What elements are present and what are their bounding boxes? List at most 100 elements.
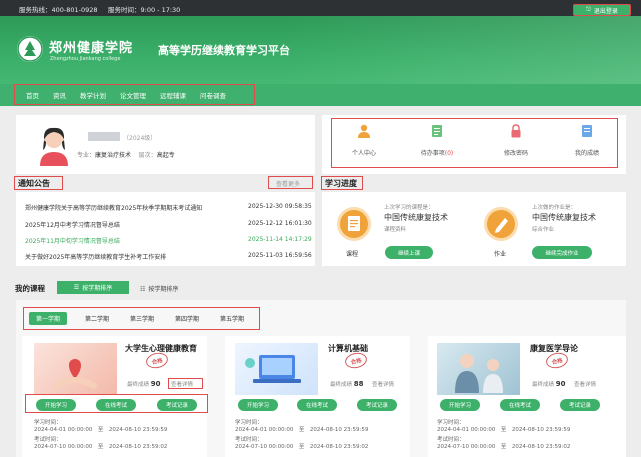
course-thumbnail bbox=[34, 343, 117, 395]
nav-item-remote-tutoring[interactable]: 远程辅课 bbox=[160, 90, 186, 100]
exam-records-button[interactable]: 考试记录 bbox=[157, 399, 197, 411]
sort-label: 按学期排序 bbox=[148, 286, 179, 293]
course-thumbnail bbox=[235, 343, 318, 395]
sort-label: 按学期排序 bbox=[82, 285, 113, 292]
school-name: 郑州健康学院 bbox=[49, 41, 134, 56]
nav-item-home[interactable]: 首页 bbox=[26, 90, 39, 100]
homework-circle-label: 作业 bbox=[494, 251, 507, 258]
score-value: 88 bbox=[353, 380, 364, 388]
online-exam-button[interactable]: 在线考试 bbox=[500, 399, 540, 411]
progress-title: 学习进度 bbox=[325, 179, 357, 188]
student-info: 专业：康复治疗技术 层次：高起专 bbox=[77, 150, 175, 159]
online-exam-button[interactable]: 在线考试 bbox=[96, 399, 136, 411]
notice-date: 2025-12-30 09:58:35 bbox=[248, 203, 312, 210]
course-circle-label: 课程 bbox=[346, 251, 359, 258]
last-course-sub: 课程资料 bbox=[384, 227, 407, 233]
main-nav: 首页 资讯 教学计划 论文管理 远程辅课 问卷调查 bbox=[14, 84, 255, 105]
avatar bbox=[37, 124, 71, 166]
course-thumbnail bbox=[437, 343, 520, 395]
todo-count-badge: (0) bbox=[444, 150, 454, 157]
tab-term-4[interactable]: 第四学期 bbox=[168, 312, 206, 325]
notice-title: 通知公告 bbox=[18, 179, 50, 188]
major-value: 康复治疗技术 bbox=[95, 152, 132, 159]
review-link[interactable]: 查看详情 bbox=[574, 380, 596, 388]
course-progress-circle bbox=[337, 207, 371, 241]
score-label: 最终成绩 bbox=[532, 382, 555, 388]
my-courses-title: 我的课程 bbox=[15, 284, 45, 293]
quick-link-change-password[interactable]: 修改密码 bbox=[491, 124, 541, 157]
logout-label: 退出登录 bbox=[593, 7, 618, 15]
quick-link-personal-center[interactable]: 个人中心 bbox=[339, 124, 389, 157]
student-name-redacted bbox=[88, 132, 120, 141]
todo-list-icon bbox=[430, 124, 444, 138]
pencil-icon bbox=[495, 218, 508, 233]
last-course-name: 中国传统康复技术 bbox=[384, 213, 448, 222]
review-link[interactable]: 查看详情 bbox=[171, 380, 193, 388]
notice-more-link[interactable]: 查看更多 bbox=[276, 179, 300, 188]
quick-link-label: 我的成绩 bbox=[574, 150, 599, 157]
quick-link-my-grades[interactable]: 我的成绩 bbox=[562, 124, 612, 157]
exam-records-button[interactable]: 考试记录 bbox=[560, 399, 600, 411]
top-info-bar: 服务热线：400-801-0928 服务时间：9:00 - 17:30 bbox=[0, 0, 641, 16]
nav-item-news[interactable]: 资讯 bbox=[53, 90, 66, 100]
last-homework-sub: 综合作业 bbox=[532, 227, 555, 233]
platform-title: 高等学历继续教育学习平台 bbox=[158, 44, 290, 57]
sort-icon: ☷ bbox=[140, 286, 146, 293]
continue-homework-button[interactable]: 继续完成作业 bbox=[532, 246, 592, 259]
nav-item-thesis[interactable]: 论文管理 bbox=[120, 90, 146, 100]
sort-by-type-button[interactable]: ☷ 按学期排序 bbox=[140, 284, 178, 293]
notice-date: 2025-12-12 16:01:30 bbox=[248, 220, 312, 227]
level-value: 高起专 bbox=[156, 152, 175, 159]
grade-report-icon bbox=[580, 124, 594, 138]
sort-by-term-button[interactable]: ☰ 按学期排序 bbox=[57, 281, 129, 294]
exam-records-button[interactable]: 考试记录 bbox=[357, 399, 397, 411]
notice-item[interactable]: 关于做好2025年高等学历继续教育学生补考工作安排 bbox=[25, 252, 166, 261]
notice-item[interactable]: 郑州健康学院关于高等学历继续教育2025年秋季学期期末考试通知 bbox=[25, 203, 202, 212]
exam-time-value: 2024-07-10 00:00:00 至 2024-08-10 23:59:0… bbox=[34, 444, 168, 450]
online-exam-button[interactable]: 在线考试 bbox=[297, 399, 337, 411]
notice-item[interactable]: 2025年12月中考学习情况督导总结 bbox=[25, 220, 120, 229]
review-link[interactable]: 查看详情 bbox=[372, 380, 394, 388]
study-time-value: 2024-04-01 00:00:00 至 2024-08-10 23:59:5… bbox=[235, 427, 369, 433]
service-hotline: 服务热线：400-801-0928 bbox=[19, 6, 98, 14]
person-icon bbox=[357, 124, 371, 138]
service-time: 服务时间：9:00 - 17:30 bbox=[108, 6, 181, 14]
homework-progress-circle bbox=[484, 207, 518, 241]
start-study-button[interactable]: 开始学习 bbox=[36, 399, 76, 411]
last-homework-name: 中国传统康复技术 bbox=[532, 213, 596, 222]
final-score: 最终成绩 90 bbox=[532, 380, 566, 388]
study-time-value: 2024-04-01 00:00:00 至 2024-08-10 23:59:5… bbox=[437, 427, 571, 433]
continue-course-button[interactable]: 继续上课 bbox=[385, 246, 433, 259]
lock-icon bbox=[509, 124, 523, 138]
notice-date: 2025-11-14 14:17:29 bbox=[248, 236, 312, 243]
sort-icon: ☰ bbox=[73, 284, 80, 291]
school-name-en: Zhengzhou Jiankang college bbox=[50, 56, 121, 62]
last-course-label: 上次学习的课程是： bbox=[384, 205, 434, 211]
quick-link-label: 待办事项 bbox=[420, 150, 445, 157]
final-score: 最终成绩 90 bbox=[127, 380, 161, 388]
notice-date: 2025-11-03 16:59:56 bbox=[248, 252, 312, 259]
last-homework-label: 上次做的作业是： bbox=[532, 205, 577, 211]
score-value: 90 bbox=[555, 380, 566, 388]
final-score: 最终成绩 88 bbox=[330, 380, 364, 388]
major-label: 专业： bbox=[77, 152, 96, 159]
start-study-button[interactable]: 开始学习 bbox=[440, 399, 480, 411]
start-study-button[interactable]: 开始学习 bbox=[238, 399, 278, 411]
tab-term-2[interactable]: 第二学期 bbox=[78, 312, 116, 325]
notice-item[interactable]: 2025年11月中旬学习情况督导总结 bbox=[25, 236, 120, 245]
logout-icon: ⎋ bbox=[586, 6, 591, 13]
student-grade: （2024级） bbox=[123, 135, 157, 142]
quick-link-label: 个人中心 bbox=[351, 150, 376, 157]
nav-item-teaching-plan[interactable]: 教学计划 bbox=[80, 90, 106, 100]
tab-term-5[interactable]: 第五学期 bbox=[213, 312, 251, 325]
level-label: 层次： bbox=[138, 152, 157, 159]
quick-link-todo[interactable]: 待办事项(0) bbox=[412, 124, 462, 157]
tab-term-1[interactable]: 第一学期 bbox=[29, 312, 67, 325]
logout-button[interactable]: ⎋ 退出登录 bbox=[573, 4, 631, 16]
tab-term-3[interactable]: 第三学期 bbox=[123, 312, 161, 325]
school-logo-icon bbox=[17, 36, 43, 62]
exam-time-value: 2024-07-10 00:00:00 至 2024-08-10 23:59:0… bbox=[437, 444, 571, 450]
score-label: 最终成绩 bbox=[330, 382, 353, 388]
document-icon bbox=[348, 216, 360, 231]
nav-item-survey[interactable]: 问卷调查 bbox=[200, 90, 226, 100]
